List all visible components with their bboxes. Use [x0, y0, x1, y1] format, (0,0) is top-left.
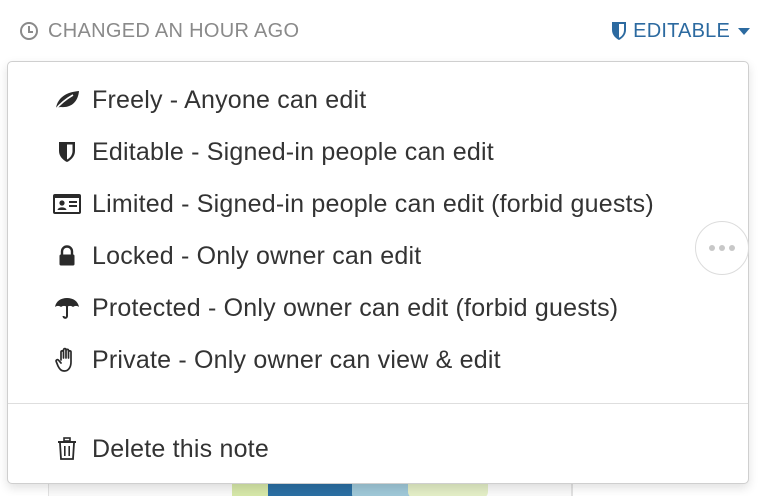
menu-item-label: Freely - Anyone can edit — [92, 85, 367, 114]
status-bar: CHANGED AN HOUR AGO EDITABLE — [0, 0, 768, 62]
ellipsis-dot — [719, 245, 725, 251]
menu-item-label: Private - Only owner can view & edit — [92, 345, 501, 374]
trash-icon — [52, 436, 82, 462]
clock-icon — [20, 22, 38, 40]
menu-item-label: Editable - Signed-in people can edit — [92, 137, 494, 166]
more-options-button[interactable] — [695, 221, 749, 275]
ellipsis-dot — [729, 245, 735, 251]
shield-icon — [611, 21, 627, 41]
shield-icon — [52, 139, 82, 165]
last-changed: CHANGED AN HOUR AGO — [20, 20, 299, 43]
menu-item-label: Protected - Only owner can edit (forbid … — [92, 293, 619, 322]
lock-icon — [52, 243, 82, 269]
menu-item-freely[interactable]: Freely - Anyone can edit — [8, 74, 748, 126]
ellipsis-dot — [709, 245, 715, 251]
permission-menu: Freely - Anyone can edit Editable - Sign… — [7, 61, 749, 484]
menu-item-limited[interactable]: Limited - Signed-in people can edit (for… — [8, 178, 748, 230]
delete-note-label: Delete this note — [92, 434, 269, 463]
delete-note-button[interactable]: Delete this note — [8, 423, 748, 475]
menu-item-editable[interactable]: Editable - Signed-in people can edit — [8, 126, 748, 178]
stage: CHANGED AN HOUR AGO EDITABLE Freely - An… — [0, 0, 768, 496]
caret-down-icon — [738, 27, 750, 35]
menu-item-locked[interactable]: Locked - Only owner can edit — [8, 230, 748, 282]
menu-divider — [8, 403, 748, 404]
umbrella-icon — [52, 295, 82, 321]
hand-icon — [52, 347, 82, 373]
menu-item-private[interactable]: Private - Only owner can view & edit — [8, 334, 748, 386]
id-card-icon — [52, 191, 82, 217]
last-changed-label: CHANGED AN HOUR AGO — [48, 19, 300, 42]
menu-item-label: Locked - Only owner can edit — [92, 241, 422, 270]
permission-dropdown-toggle[interactable]: EDITABLE — [611, 20, 750, 43]
menu-item-protected[interactable]: Protected - Only owner can edit (forbid … — [8, 282, 748, 334]
leaf-icon — [52, 87, 82, 113]
permission-label: EDITABLE — [633, 19, 730, 42]
menu-item-label: Limited - Signed-in people can edit (for… — [92, 189, 654, 218]
